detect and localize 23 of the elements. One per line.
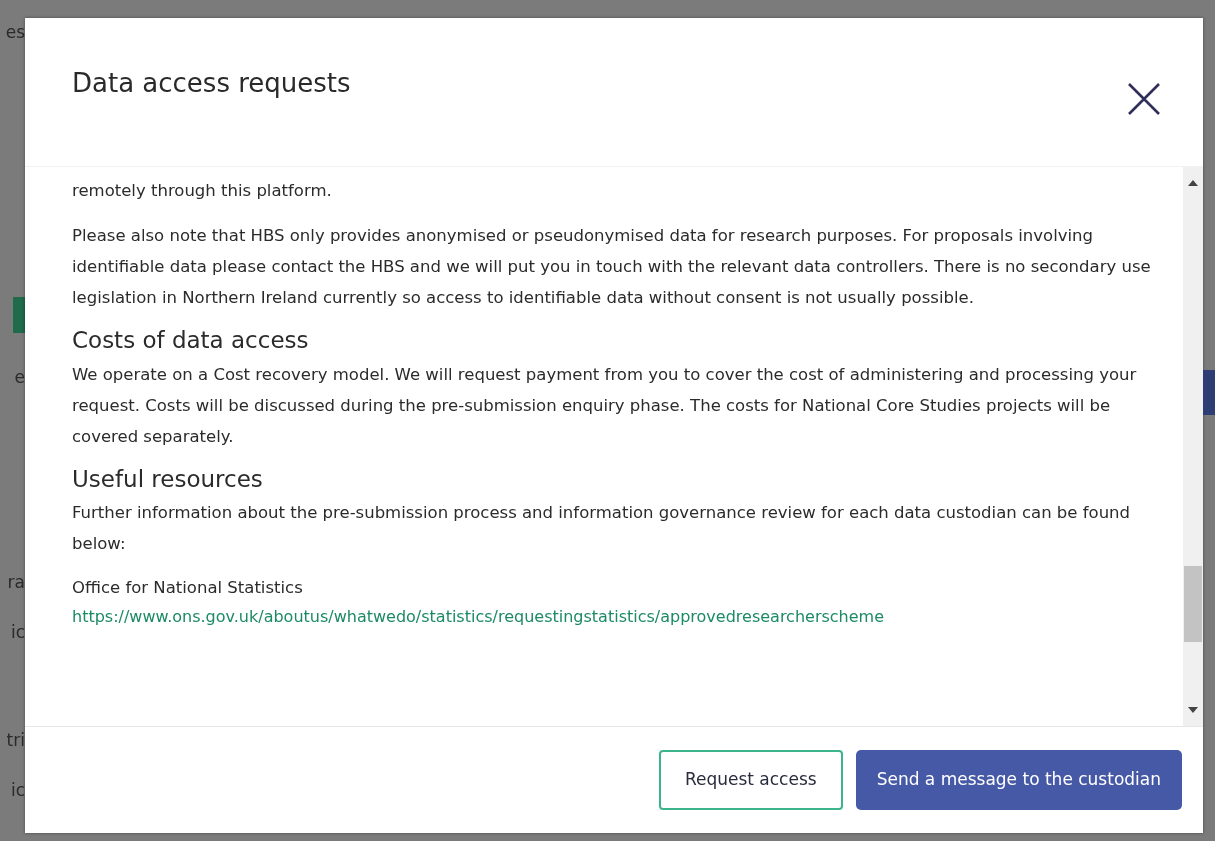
section-heading: Useful resources [72,465,264,494]
dialog-title: Data access requests [72,68,351,100]
scrollbar[interactable] [1183,167,1203,726]
section-heading: Costs of data access [72,327,310,355]
paragraph: Further information about the pre-submission process and information governance review for each data custodian can be found below: [72,502,1132,556]
request-access-button[interactable]: Request access [658,750,843,810]
background-text: e [14,367,25,387]
scroll-down-icon[interactable] [1187,706,1199,714]
background-text: es [5,22,25,42]
scrollbar-thumb[interactable] [1184,566,1202,642]
background-text: tri [6,730,25,750]
scroll-up-icon[interactable] [1187,179,1199,187]
background-text: ic [10,780,25,800]
send-message-button[interactable]: Send a message to the custodian [855,750,1182,810]
resource-link[interactable]: https://www.ons.gov.uk/aboutus/whatwedo/statistics/requestingstatistics/approvedresearcherscheme [72,607,884,627]
resource-name: Office for National Statistics [72,577,304,600]
paragraph: Please also note that HBS only provides anonymised or pseudonymised data for research purposes. For proposals involving identifiable data please contact the HBS and we will put you in touch with the relevant data controllers. There is no secondary use legislation in Northern Ireland currently so access to identifiable data without consent is not usually possible. [72,225,1152,309]
close-icon[interactable] [1127,82,1161,116]
background-text: ic [10,622,25,642]
paragraph: We operate on a Cost recovery model. We will request payment from you to cover the cost of administering and processing your request. Costs will be discussed during the pre-submission enquiry phase. The costs for National Core Studies projects will be covered separately. [72,363,1138,448]
background-bar [1203,370,1215,415]
paragraph: remotely through this platform. [72,180,333,202]
background-text: ra [7,572,25,592]
